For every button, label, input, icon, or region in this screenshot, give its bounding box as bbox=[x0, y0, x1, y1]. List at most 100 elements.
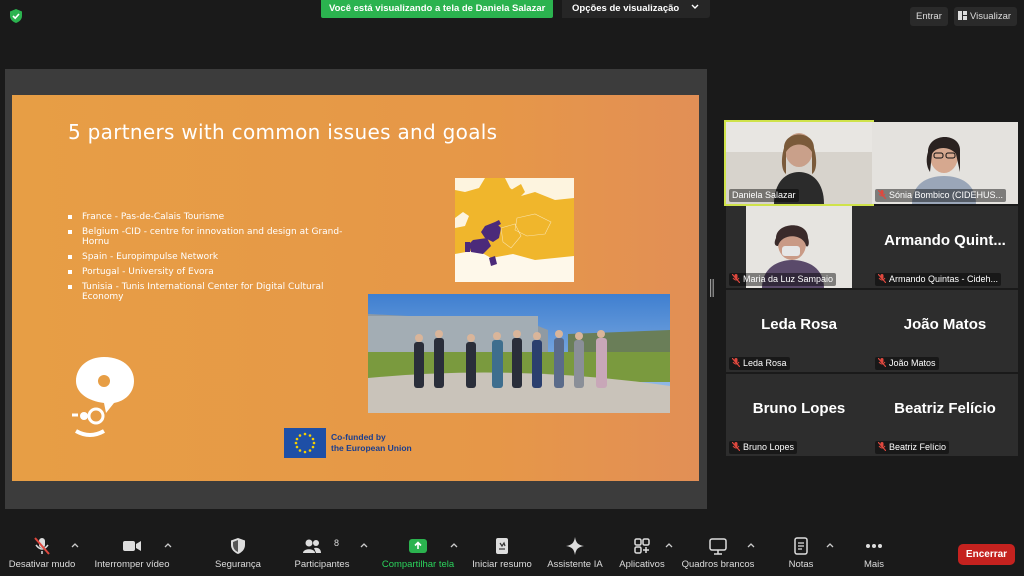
participant-display-name: Beatriz Felício bbox=[894, 400, 996, 417]
participants-icon bbox=[303, 539, 322, 553]
muted-mic-icon bbox=[732, 358, 740, 367]
muted-mic-icon bbox=[34, 537, 50, 555]
eu-cofunded-text: Co-funded by the European Union bbox=[331, 432, 412, 454]
participant-tile[interactable]: Sónia Bombico (CIDEHUS... bbox=[872, 122, 1018, 204]
unmute-button[interactable]: Desativar mudo bbox=[2, 528, 82, 576]
participants-button[interactable]: 8 Participantes bbox=[288, 528, 356, 576]
more-dots-icon bbox=[866, 544, 882, 548]
participant-tile[interactable]: João Matos João Matos bbox=[872, 290, 1018, 372]
view-button-label: Visualizar bbox=[970, 11, 1012, 22]
participant-name: Armando Quintas - Cideh... bbox=[875, 273, 1002, 286]
apps-label: Aplicativos bbox=[619, 559, 665, 570]
partner-item: France - Pas-de-Calais Tourisme bbox=[68, 212, 348, 222]
participant-name: Sónia Bombico (CIDEHUS... bbox=[875, 189, 1007, 202]
muted-mic-icon bbox=[878, 190, 886, 199]
grid-view-icon bbox=[958, 11, 967, 20]
share-screen-icon bbox=[409, 539, 427, 553]
participant-name-text: Leda Rosa bbox=[743, 358, 787, 368]
participant-tile[interactable]: Daniela Salazar bbox=[724, 120, 874, 206]
unmute-label: Desativar mudo bbox=[8, 559, 76, 570]
muted-mic-icon bbox=[878, 442, 886, 451]
chevron-up-icon[interactable] bbox=[359, 540, 369, 550]
apps-grid-icon bbox=[634, 538, 650, 554]
participant-name-text: Sónia Bombico (CIDEHUS... bbox=[889, 190, 1004, 200]
eu-line-2: the European Union bbox=[331, 443, 412, 453]
chevron-up-icon[interactable] bbox=[449, 540, 459, 550]
muted-mic-icon bbox=[878, 274, 886, 283]
partner-item: Spain - Europimpulse Network bbox=[68, 252, 348, 262]
muted-mic-icon bbox=[732, 442, 740, 451]
group-photo-image bbox=[368, 294, 670, 413]
eu-cofunded-logo: Co-funded by the European Union bbox=[284, 428, 424, 458]
enter-button[interactable]: Entrar bbox=[910, 7, 948, 26]
participant-name: Bruno Lopes bbox=[729, 441, 798, 454]
notes-label: Notas bbox=[788, 559, 814, 570]
view-options-button[interactable]: Opções de visualização bbox=[562, 0, 710, 18]
participant-display-name: Bruno Lopes bbox=[752, 400, 846, 417]
more-button[interactable]: Mais bbox=[854, 528, 894, 576]
top-bar: Você está visualizando a tela de Daniela… bbox=[0, 0, 1024, 30]
chevron-up-icon[interactable] bbox=[664, 540, 674, 550]
partner-item: Portugal - University of Evora bbox=[68, 267, 348, 277]
start-summary-label: Iniciar resumo bbox=[472, 559, 532, 570]
shield-icon bbox=[231, 538, 245, 554]
end-meeting-button[interactable]: Encerrar bbox=[958, 544, 1015, 565]
chevron-up-icon[interactable] bbox=[163, 540, 173, 550]
participant-display-name: Armando Quint... bbox=[884, 232, 1006, 249]
participant-display-name: Leda Rosa bbox=[761, 316, 837, 333]
participant-name: Beatriz Felício bbox=[875, 441, 950, 454]
partner-list: France - Pas-de-Calais Tourisme Belgium … bbox=[68, 212, 348, 307]
stop-video-button[interactable]: Interromper vídeo bbox=[88, 528, 176, 576]
whiteboards-button[interactable]: Quadros brancos bbox=[678, 528, 758, 576]
muted-mic-icon bbox=[732, 274, 740, 283]
video-camera-icon bbox=[123, 541, 141, 551]
start-summary-button[interactable]: Iniciar resumo bbox=[467, 528, 537, 576]
participants-count: 8 bbox=[334, 538, 340, 548]
muted-mic-icon bbox=[878, 358, 886, 367]
ai-assistant-label: Assistente IA bbox=[547, 559, 603, 570]
participant-name-text: Beatriz Felício bbox=[889, 442, 947, 452]
more-label: Mais bbox=[863, 559, 885, 570]
screen-share-banner: Você está visualizando a tela de Daniela… bbox=[321, 0, 554, 18]
notes-icon bbox=[794, 537, 808, 555]
participant-name: João Matos bbox=[875, 357, 939, 370]
participant-tile[interactable]: Bruno Lopes Bruno Lopes bbox=[726, 374, 872, 456]
panel-resize-handle-icon[interactable] bbox=[710, 279, 714, 297]
participant-name-text: Bruno Lopes bbox=[743, 442, 795, 452]
view-options-label: Opções de visualização bbox=[572, 3, 680, 14]
stop-video-label: Interromper vídeo bbox=[94, 559, 170, 570]
view-button[interactable]: Visualizar bbox=[954, 7, 1018, 26]
participant-name-text: Armando Quintas - Cideh... bbox=[889, 274, 999, 284]
participant-name-text: João Matos bbox=[889, 358, 936, 368]
europe-map-image bbox=[455, 178, 574, 282]
eu-line-1: Co-funded by bbox=[331, 432, 386, 442]
participant-name: Leda Rosa bbox=[729, 357, 790, 370]
participant-name-text: Maria da Luz Sampaio bbox=[743, 274, 834, 284]
participant-tile[interactable]: Beatriz Felício Beatriz Felício bbox=[872, 374, 1018, 456]
chevron-up-icon[interactable] bbox=[825, 540, 835, 550]
eu-flag-icon bbox=[284, 428, 326, 458]
participant-tile[interactable]: Maria da Luz Sampaio bbox=[726, 206, 872, 288]
project-logo-icon bbox=[72, 357, 134, 437]
participant-tile[interactable]: Leda Rosa Leda Rosa bbox=[726, 290, 872, 372]
whiteboards-label: Quadros brancos bbox=[681, 559, 755, 570]
share-screen-label: Compartilhar tela bbox=[381, 559, 455, 570]
security-button[interactable]: Segurança bbox=[205, 528, 271, 576]
presentation-slide: 5 partners with common issues and goals … bbox=[12, 95, 699, 481]
share-screen-button[interactable]: Compartilhar tela bbox=[376, 528, 460, 576]
security-label: Segurança bbox=[215, 559, 261, 570]
chevron-down-icon bbox=[691, 4, 699, 9]
apps-button[interactable]: Aplicativos bbox=[614, 528, 670, 576]
notes-button[interactable]: Notas bbox=[778, 528, 824, 576]
ai-assistant-button[interactable]: Assistente IA bbox=[543, 528, 607, 576]
chevron-up-icon[interactable] bbox=[70, 540, 80, 550]
participant-tile[interactable]: Armando Quint... Armando Quintas - Cideh… bbox=[872, 206, 1018, 288]
sparkle-icon bbox=[566, 537, 584, 555]
shield-check-icon[interactable] bbox=[8, 8, 24, 24]
participant-name: Daniela Salazar bbox=[729, 189, 799, 202]
slide-title: 5 partners with common issues and goals bbox=[68, 120, 498, 144]
participant-name: Maria da Luz Sampaio bbox=[729, 273, 837, 286]
partner-item: Tunisia - Tunis International Center for… bbox=[68, 282, 348, 302]
participant-display-name: João Matos bbox=[903, 316, 987, 333]
chevron-up-icon[interactable] bbox=[746, 540, 756, 550]
